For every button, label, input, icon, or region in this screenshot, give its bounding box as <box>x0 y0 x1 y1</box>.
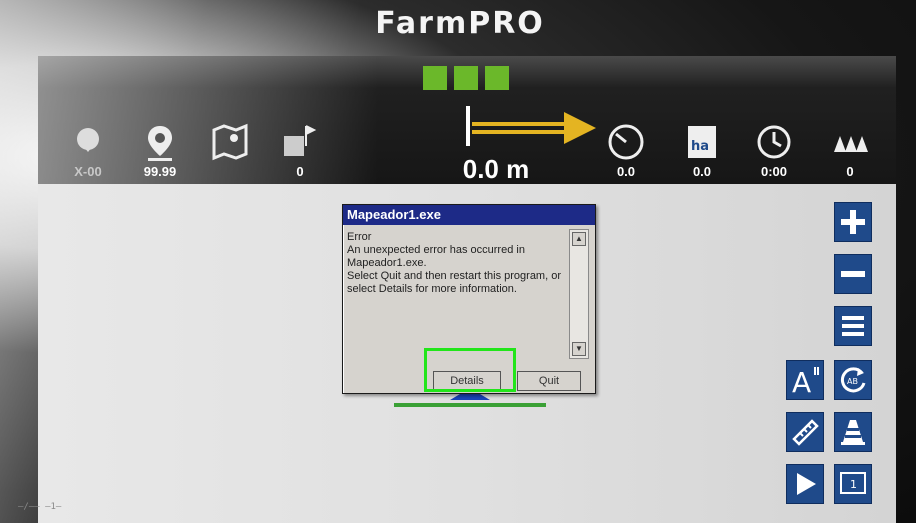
status-light <box>485 66 509 90</box>
speed-status[interactable]: 0.0 <box>596 122 656 179</box>
menu-button[interactable] <box>834 306 872 346</box>
screen-one-label: 1 <box>850 478 857 491</box>
font-size-label: A <box>792 366 811 395</box>
location-status[interactable]: 99.99 <box>130 122 190 179</box>
zoom-out-button[interactable] <box>834 254 872 294</box>
font-size-button[interactable]: A <box>786 360 824 400</box>
status-light <box>454 66 478 90</box>
cone-icon <box>841 420 865 445</box>
status-lights <box>423 66 509 90</box>
gps-signal-icon <box>77 128 99 152</box>
sections-value: 0 <box>846 164 854 179</box>
location-pin-icon <box>148 126 172 161</box>
nozzles-icon <box>834 136 868 152</box>
hectare-label: ha <box>691 139 709 154</box>
area-value: 0.0 <box>692 164 712 179</box>
distance-readout: 0.0 m <box>462 154 530 184</box>
scroll-up-icon[interactable]: ▲ <box>572 232 586 246</box>
screen-one-icon: 1 <box>840 472 866 494</box>
gps-status[interactable]: X-00 <box>58 122 118 179</box>
sections-status[interactable]: 0 <box>820 122 880 179</box>
details-highlight <box>424 348 516 392</box>
hectare-icon: ha <box>688 126 716 158</box>
error-message: Error An unexpected error has occurred i… <box>347 231 561 295</box>
minus-icon <box>841 271 865 277</box>
area-status[interactable]: ha 0.0 <box>672 122 732 179</box>
accuracy-value: 99.99 <box>143 164 177 179</box>
speedometer-icon <box>608 124 644 160</box>
gps-value: X-00 <box>74 164 102 179</box>
screen: X-00 99.99 0 0.0 m 0.0 ha 0.0 0:00 0 A A… <box>38 56 896 523</box>
brand-logo: FarmPRO <box>375 6 545 41</box>
ruler-button[interactable] <box>786 412 824 452</box>
font-size-icon: A <box>792 366 819 395</box>
dialog-scrollbar[interactable]: ▲ ▼ <box>569 229 589 359</box>
zoom-in-button[interactable] <box>834 202 872 242</box>
field-flags-icon <box>284 125 317 156</box>
plus-icon <box>841 210 865 234</box>
quit-button[interactable]: Quit <box>517 371 581 391</box>
guidance-arrow-icon <box>466 106 596 146</box>
menu-icon <box>842 316 864 336</box>
scroll-down-icon[interactable]: ▼ <box>572 342 586 356</box>
rotate-ab-button[interactable]: AB <box>834 360 872 400</box>
screen-one-button[interactable]: 1 <box>834 464 872 504</box>
cone-button[interactable] <box>834 412 872 452</box>
play-button[interactable] <box>786 464 824 504</box>
dialog-title: Mapeador1.exe <box>343 205 595 225</box>
map-icon <box>212 123 248 161</box>
footer-label: —/—— —1— <box>18 502 62 512</box>
rotate-ab-icon: AB <box>840 367 866 393</box>
time-status[interactable]: 0:00 <box>744 122 804 179</box>
field-value: 0 <box>296 164 304 179</box>
map-status[interactable] <box>200 122 260 162</box>
clock-icon <box>757 125 791 159</box>
speed-value: 0.0 <box>616 164 636 179</box>
ruler-icon <box>792 419 819 446</box>
rotate-ab-label: AB <box>847 377 858 386</box>
status-bar: X-00 99.99 0 0.0 m 0.0 ha 0.0 0:00 0 <box>38 56 896 184</box>
field-status[interactable]: 0 <box>270 122 330 179</box>
time-value: 0:00 <box>760 164 788 179</box>
play-icon <box>797 473 816 495</box>
status-light <box>423 66 447 90</box>
